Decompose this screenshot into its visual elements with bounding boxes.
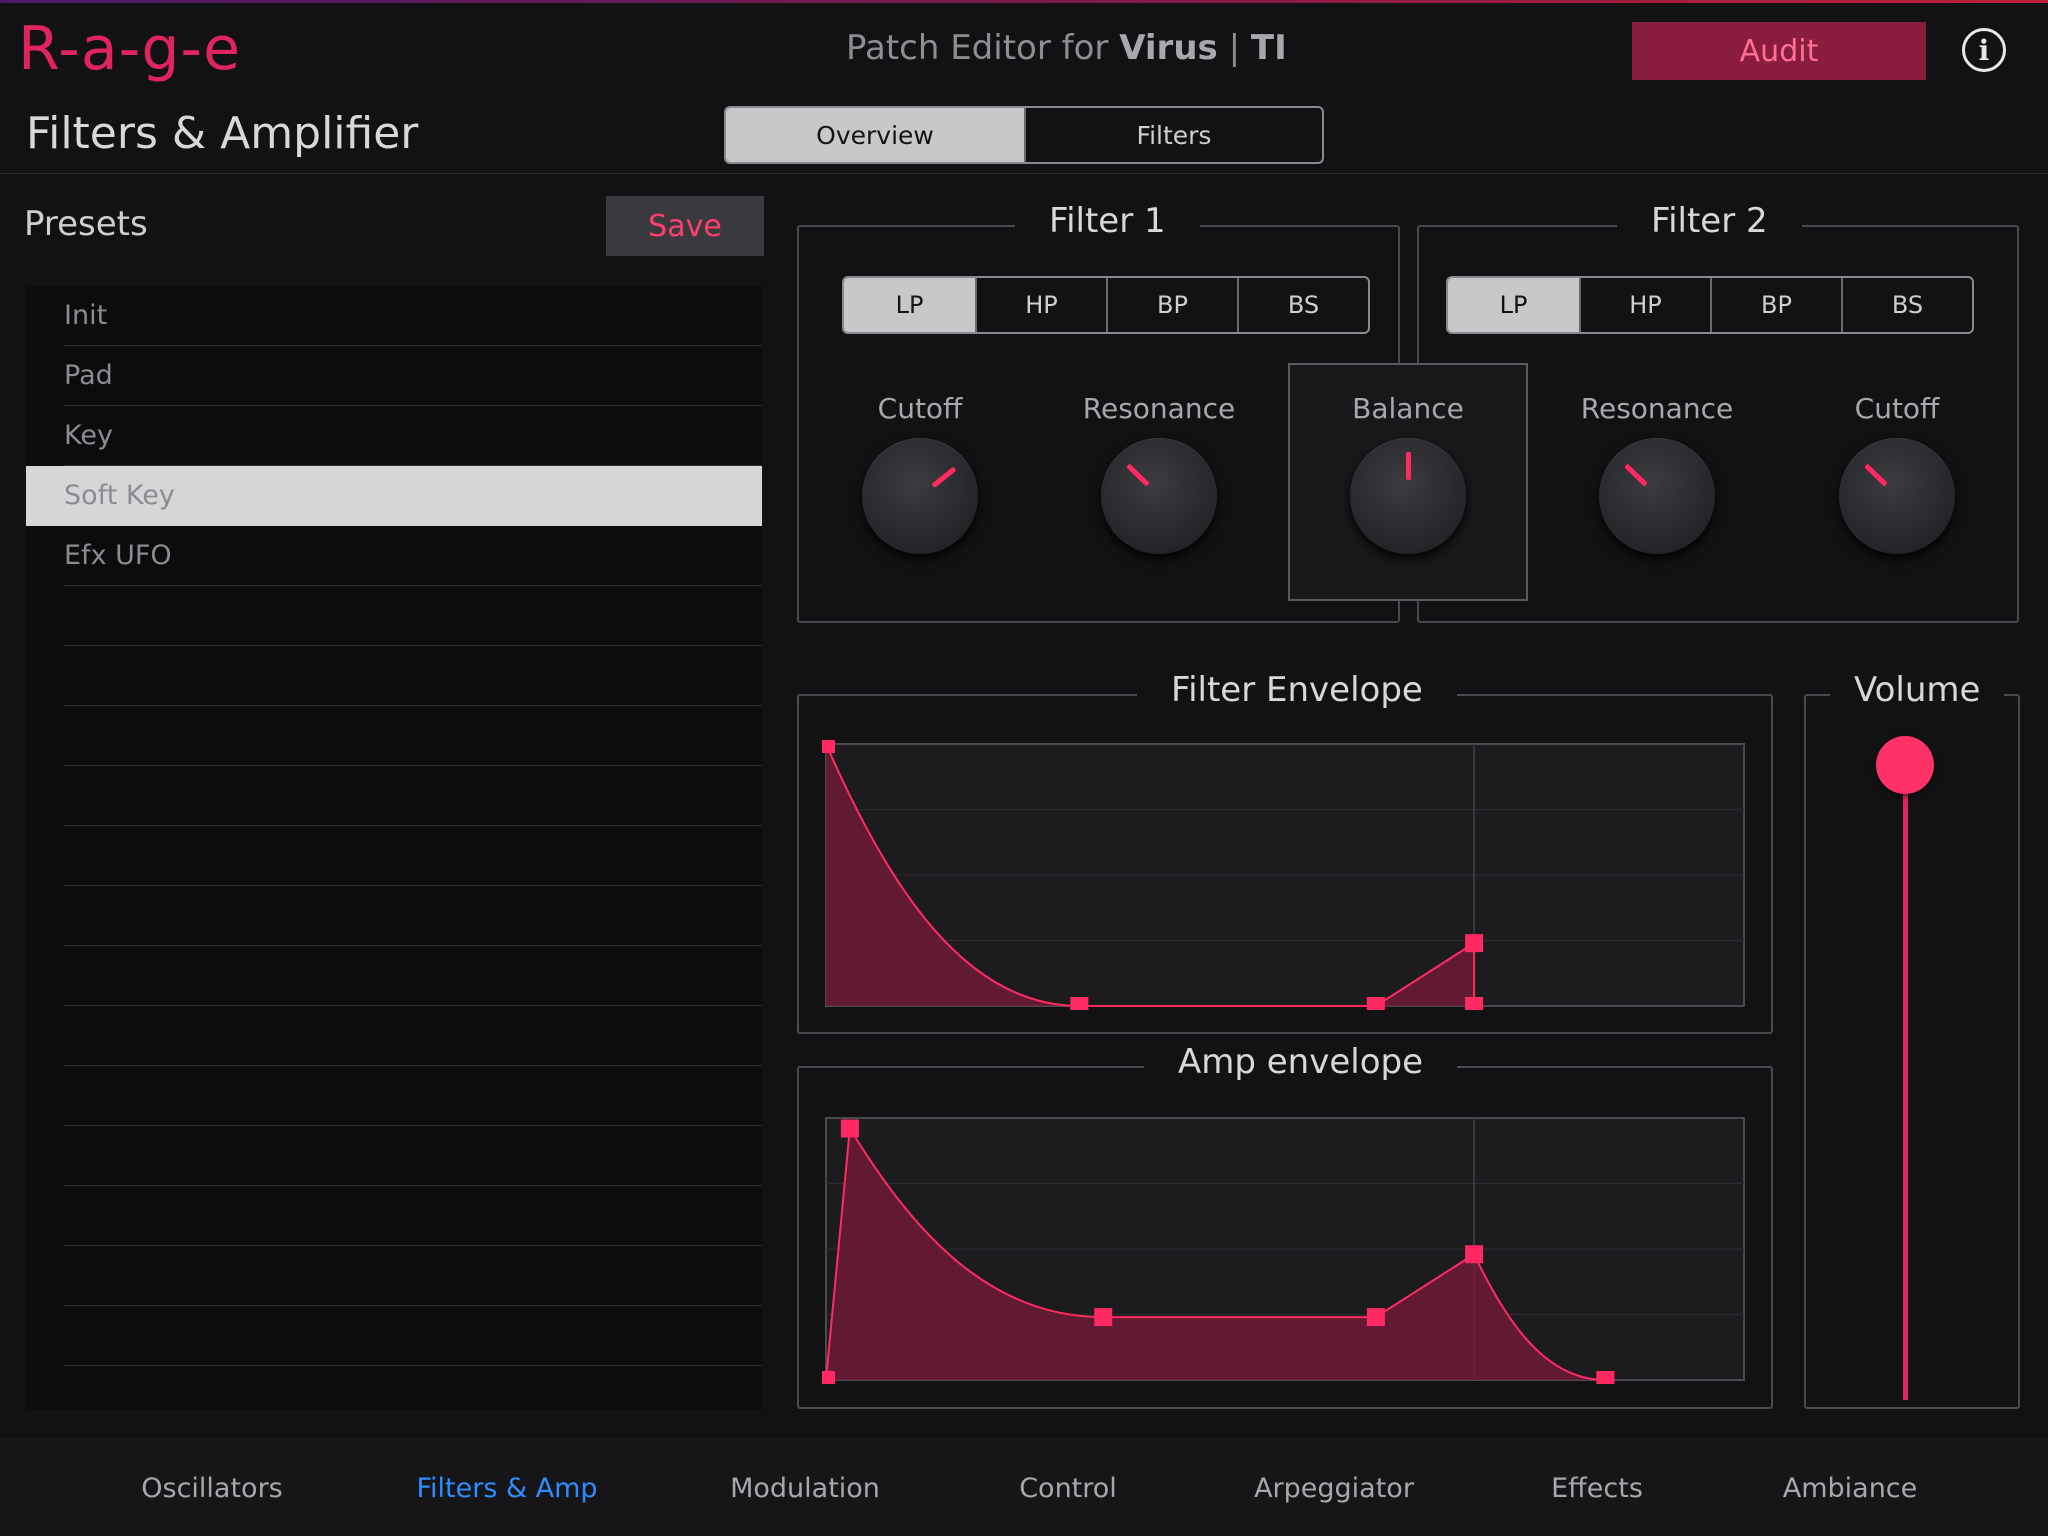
filter1-cutoff-label: Cutoff (877, 392, 963, 425)
preset-empty-slot[interactable] (26, 1306, 762, 1366)
filter1-type-hp[interactable]: HP (975, 278, 1106, 332)
preset-empty-slot[interactable] (26, 826, 762, 886)
view-tabs: Overview Filters (724, 106, 1324, 164)
title-prefix: Patch Editor for (846, 28, 1109, 68)
preset-item[interactable]: Key (26, 406, 762, 466)
preset-item-selected[interactable]: Soft Key (26, 466, 762, 526)
top-accent-bar (0, 0, 2048, 3)
nav-filters-amp[interactable]: Filters & Amp (416, 1473, 597, 1504)
presets-label: Presets (24, 204, 148, 244)
tab-filters[interactable]: Filters (1024, 108, 1322, 162)
title-separator: | (1228, 28, 1241, 68)
amp-envelope-svg[interactable] (822, 1114, 1748, 1384)
preset-item-label: Soft Key (64, 480, 175, 511)
app-title: Patch Editor for Virus | TI (846, 28, 1287, 68)
filter1-resonance-label: Resonance (1082, 392, 1236, 425)
filter-envelope-point[interactable] (1465, 997, 1484, 1010)
preset-empty-slot[interactable] (26, 1246, 762, 1306)
volume-title: Volume (1830, 670, 2005, 710)
preset-empty-slot[interactable] (26, 766, 762, 826)
filter2-resonance-label: Resonance (1580, 392, 1734, 425)
preset-empty-slot[interactable] (26, 646, 762, 706)
filter1-resonance-knob[interactable] (1101, 438, 1217, 554)
preset-item[interactable]: Efx UFO (26, 526, 762, 586)
nav-oscillators[interactable]: Oscillators (141, 1473, 283, 1504)
filter1-type-bp[interactable]: BP (1106, 278, 1237, 332)
volume-panel: Volume (1804, 670, 2020, 1409)
filter2-cutoff-label: Cutoff (1854, 392, 1940, 425)
preset-empty-slot[interactable] (26, 706, 762, 766)
audit-button[interactable]: Audit (1632, 22, 1926, 80)
amp-envelope-point[interactable] (840, 1119, 859, 1138)
filter2-type-bp[interactable]: BP (1710, 278, 1841, 332)
volume-slider-track[interactable] (1903, 770, 1908, 1400)
filter1-type-bs[interactable]: BS (1237, 278, 1368, 332)
filter2-type-bs[interactable]: BS (1841, 278, 1972, 332)
filter-envelope-point[interactable] (1465, 934, 1484, 953)
filter1-cutoff-knob[interactable] (862, 438, 978, 554)
nav-arpeggiator[interactable]: Arpeggiator (1254, 1473, 1414, 1504)
preset-empty-slot[interactable] (26, 586, 762, 646)
filter-envelope-point[interactable] (1070, 997, 1089, 1010)
filter2-resonance-knob[interactable] (1599, 438, 1715, 554)
filter2-type-selector: LP HP BP BS (1446, 276, 1974, 334)
filter-envelope-svg[interactable] (822, 740, 1748, 1010)
balance-knob[interactable] (1350, 438, 1466, 554)
filter-envelope-point[interactable] (1366, 997, 1385, 1010)
filter-envelope-title: Filter Envelope (1137, 670, 1457, 710)
nav-ambiance[interactable]: Ambiance (1783, 1473, 1918, 1504)
header-divider (0, 173, 2048, 174)
amp-envelope-title: Amp envelope (1144, 1042, 1458, 1082)
amp-envelope-point[interactable] (1596, 1371, 1615, 1384)
preset-item-label: Pad (64, 360, 113, 391)
preset-list: Init Pad Key Soft Key Efx UFO (26, 286, 762, 1410)
tab-overview[interactable]: Overview (726, 108, 1024, 162)
volume-slider-thumb[interactable] (1876, 736, 1934, 794)
nav-effects[interactable]: Effects (1551, 1473, 1643, 1504)
preset-empty-slot[interactable] (26, 1006, 762, 1066)
amp-envelope-point[interactable] (1094, 1308, 1113, 1327)
app-window: R-a-g-e Patch Editor for Virus | TI Audi… (0, 0, 2048, 1536)
filter2-type-lp[interactable]: LP (1448, 278, 1579, 332)
amp-envelope-point[interactable] (1465, 1245, 1484, 1264)
preset-empty-slot[interactable] (26, 1066, 762, 1126)
bottom-nav: Oscillators Filters & Amp Modulation Con… (0, 1438, 2048, 1536)
filter2-type-hp[interactable]: HP (1579, 278, 1710, 332)
app-logo: R-a-g-e (18, 14, 241, 84)
preset-item[interactable]: Pad (26, 346, 762, 406)
preset-item-label: Init (64, 300, 108, 331)
filter2-title: Filter 2 (1617, 201, 1802, 241)
preset-empty-slot[interactable] (26, 886, 762, 946)
amp-envelope-graph[interactable] (822, 1114, 1748, 1384)
page-title: Filters & Amplifier (26, 108, 419, 159)
preset-empty-slot[interactable] (26, 1126, 762, 1186)
info-icon[interactable]: i (1962, 28, 2006, 72)
balance-label: Balance (1352, 392, 1464, 425)
filter2-cutoff-knob[interactable] (1839, 438, 1955, 554)
preset-item-label: Key (64, 420, 113, 451)
filter1-title: Filter 1 (1015, 201, 1200, 241)
filter-envelope-graph[interactable] (822, 740, 1748, 1010)
amp-envelope-point[interactable] (1366, 1308, 1385, 1327)
filter-envelope-point[interactable] (822, 740, 835, 753)
preset-item-label: Efx UFO (64, 540, 172, 571)
amp-envelope-point[interactable] (822, 1371, 835, 1384)
filter1-type-lp[interactable]: LP (844, 278, 975, 332)
nav-control[interactable]: Control (1019, 1473, 1117, 1504)
title-brand: Virus (1119, 28, 1218, 68)
filter1-type-selector: LP HP BP BS (842, 276, 1370, 334)
title-suffix: TI (1250, 28, 1287, 68)
save-button[interactable]: Save (606, 196, 764, 256)
preset-empty-slot[interactable] (26, 1186, 762, 1246)
preset-empty-slot[interactable] (26, 946, 762, 1006)
nav-modulation[interactable]: Modulation (730, 1473, 880, 1504)
preset-item[interactable]: Init (26, 286, 762, 346)
